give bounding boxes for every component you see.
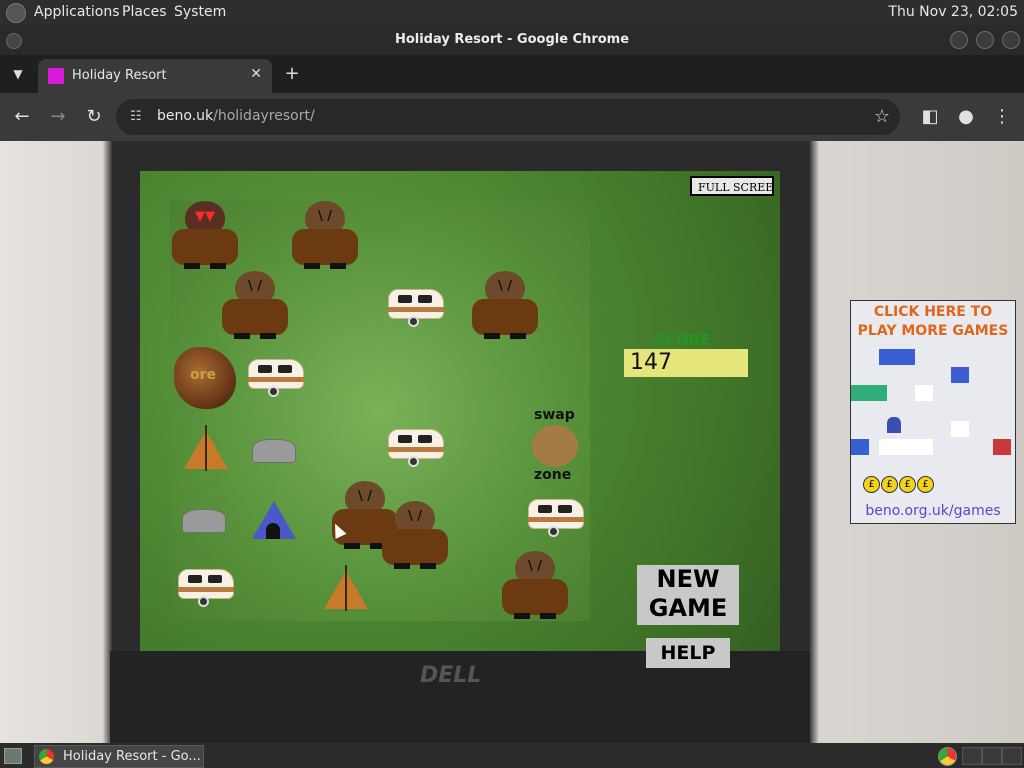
- ad-block: [879, 439, 897, 455]
- url-text[interactable]: beno.uk/holidayresort/: [157, 108, 315, 124]
- blue-tent-piece[interactable]: [250, 495, 298, 541]
- tab-search-icon[interactable]: ▼: [6, 63, 30, 85]
- tab-strip: ▼ Holiday Resort ✕ +: [0, 55, 1024, 93]
- window-menu-icon[interactable]: [6, 33, 22, 49]
- menu-applications[interactable]: Applications: [34, 4, 120, 20]
- rock-piece[interactable]: [250, 435, 298, 465]
- gnome-logo-icon[interactable]: [6, 3, 26, 23]
- ad-block: [851, 385, 869, 401]
- ad-coin-icon: £: [881, 476, 898, 493]
- ad-block: [951, 421, 969, 437]
- ad-block: [915, 439, 933, 455]
- caravan-piece[interactable]: [526, 495, 586, 539]
- ad-block: [897, 349, 915, 365]
- caravan-piece[interactable]: [386, 285, 446, 329]
- profile-icon[interactable]: ●: [954, 105, 978, 129]
- clock[interactable]: Thu Nov 23, 02:05: [888, 4, 1018, 20]
- ad-block: [879, 349, 897, 365]
- star-icon[interactable]: ☆: [874, 106, 890, 127]
- chrome-icon: [39, 749, 54, 764]
- address-bar[interactable]: ☷ beno.uk/holidayresort/ ☆: [116, 99, 900, 135]
- ad-url[interactable]: beno.org.uk/games: [851, 503, 1015, 519]
- score-value: 147: [624, 349, 748, 377]
- close-window-icon[interactable]: [1002, 31, 1020, 49]
- ore-piece[interactable]: ore: [174, 347, 236, 409]
- taskbar: Holiday Resort - Go...: [0, 743, 1024, 768]
- tray-chrome-icon[interactable]: [938, 747, 957, 766]
- bear-piece[interactable]: \ /: [472, 271, 538, 341]
- ad-block: [851, 439, 869, 455]
- ad-block: [951, 367, 969, 383]
- caravan-piece[interactable]: [176, 565, 236, 609]
- page-viewport: DELL FULL SCREEN ▼▼ \ / \ / \ / \ / \ / …: [0, 141, 1024, 743]
- site-info-icon[interactable]: ☷: [130, 109, 142, 124]
- ad-block: [869, 385, 887, 401]
- menu-places[interactable]: Places: [122, 4, 167, 20]
- bear-piece[interactable]: ▼▼: [172, 201, 238, 271]
- zone-label: zone: [534, 467, 572, 483]
- ad-coin-icon: £: [899, 476, 916, 493]
- workspace-1[interactable]: [962, 747, 982, 765]
- top-panel: Applications Places System Thu Nov 23, 0…: [0, 0, 1024, 25]
- reload-icon[interactable]: ↻: [82, 105, 106, 129]
- help-button[interactable]: HELP: [646, 638, 730, 668]
- side-panel-icon[interactable]: ◧: [918, 105, 942, 129]
- show-desktop-icon[interactable]: [4, 748, 22, 764]
- tent-piece[interactable]: [182, 425, 230, 471]
- window-titlebar[interactable]: Holiday Resort - Google Chrome: [0, 25, 1024, 55]
- tent-piece[interactable]: [322, 565, 370, 611]
- swap-zone-piece[interactable]: [532, 425, 578, 467]
- maximize-icon[interactable]: [976, 31, 994, 49]
- bear-piece[interactable]: \ /: [292, 201, 358, 271]
- laptop-logo: DELL: [420, 663, 482, 688]
- bear-piece[interactable]: \ /: [502, 551, 568, 621]
- tab-holiday-resort[interactable]: Holiday Resort ✕: [38, 59, 272, 93]
- bear-piece[interactable]: \ /: [382, 501, 448, 571]
- score-label: SCORE: [654, 331, 711, 349]
- taskbar-window-button[interactable]: Holiday Resort - Go...: [34, 745, 204, 768]
- tab-close-icon[interactable]: ✕: [250, 66, 262, 82]
- taskbar-window-label: Holiday Resort - Go...: [63, 749, 201, 764]
- window-title: Holiday Resort - Google Chrome: [394, 32, 630, 47]
- browser-toolbar: ← → ↻ ☷ beno.uk/holidayresort/ ☆ ◧ ● ⋮: [0, 93, 1024, 141]
- new-game-button[interactable]: NEW GAME: [637, 565, 739, 625]
- ad-block: [993, 439, 1011, 455]
- tab-title: Holiday Resort: [72, 68, 167, 83]
- ad-coin-icon: £: [917, 476, 934, 493]
- rock-piece[interactable]: [180, 505, 228, 535]
- bear-piece[interactable]: \ /: [222, 271, 288, 341]
- caravan-piece[interactable]: [386, 425, 446, 469]
- workspace-2[interactable]: [982, 747, 1002, 765]
- caravan-piece[interactable]: [246, 355, 306, 399]
- ad-title: CLICK HERE TO PLAY MORE GAMES: [857, 304, 1009, 339]
- workspace-3[interactable]: [1002, 747, 1022, 765]
- back-icon[interactable]: ←: [10, 105, 34, 129]
- favicon-icon: [48, 68, 64, 84]
- fullscreen-button[interactable]: FULL SCREEN: [690, 176, 774, 196]
- ad-coin-icon: £: [863, 476, 880, 493]
- ad-character-icon: [887, 417, 901, 433]
- game-canvas[interactable]: FULL SCREEN ▼▼ \ / \ / \ / \ / \ / \ /: [140, 171, 780, 668]
- more-games-ad[interactable]: CLICK HERE TO PLAY MORE GAMES £ £ £ £ be…: [850, 300, 1016, 524]
- ad-block: [915, 385, 933, 401]
- forward-icon[interactable]: →: [46, 105, 70, 129]
- new-tab-icon[interactable]: +: [280, 63, 304, 85]
- ad-block: [897, 439, 915, 455]
- swap-label: swap: [534, 407, 575, 423]
- kebab-menu-icon[interactable]: ⋮: [990, 105, 1014, 129]
- menu-system[interactable]: System: [174, 4, 226, 20]
- minimize-icon[interactable]: [950, 31, 968, 49]
